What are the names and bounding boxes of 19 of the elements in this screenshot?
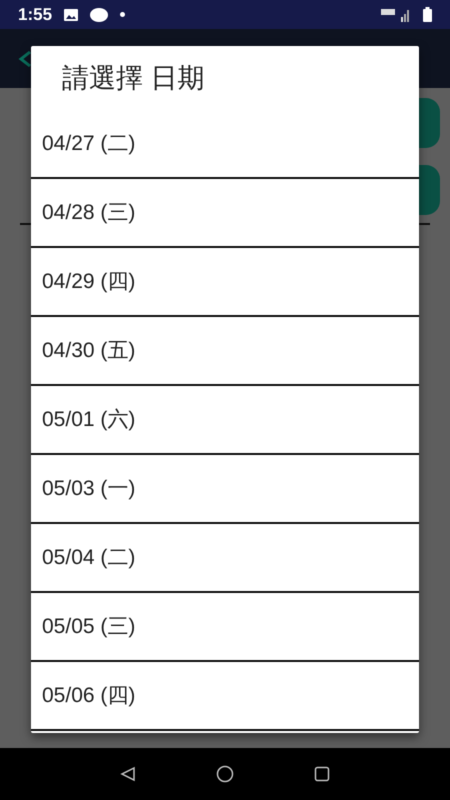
back-icon[interactable] [120,766,136,782]
dot-icon [120,12,126,17]
recents-icon[interactable] [314,766,330,782]
image-icon [64,8,78,20]
date-option[interactable]: 04/28 (三) [31,179,419,248]
dialog-title: 請選擇 日期 [62,62,205,95]
date-option[interactable]: 05/06 (四) [31,662,419,731]
date-option[interactable]: 04/27 (二) [31,110,419,179]
date-option[interactable]: 05/01 (六) [31,386,419,455]
status-time: 1:55 [18,4,52,26]
home-icon[interactable] [216,765,234,783]
date-option[interactable]: 04/30 (五) [31,317,419,386]
date-option[interactable]: 04/29 (四) [31,248,419,317]
date-option[interactable]: 05/05 (三) [31,593,419,662]
circle-icon [90,8,108,22]
date-option[interactable]: 05/04 (二) [31,524,419,593]
signal-icon [381,6,411,22]
battery-icon [423,7,432,22]
date-option[interactable]: 05/03 (一) [31,455,419,524]
